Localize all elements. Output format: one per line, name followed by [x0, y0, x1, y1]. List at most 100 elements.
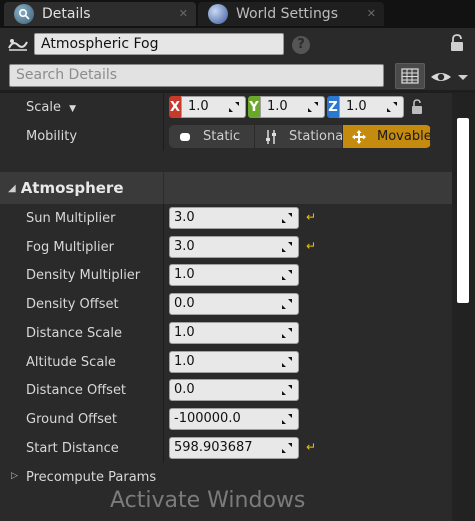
- property-value-input[interactable]: 598.903687: [169, 437, 299, 459]
- axis-z-label: Z: [327, 96, 339, 118]
- property-row: Distance Scale 1.0: [0, 319, 452, 348]
- column-splitter[interactable]: [163, 290, 164, 319]
- mobility-stationary-button[interactable]: Stationary: [255, 125, 343, 148]
- column-splitter[interactable]: [163, 319, 164, 348]
- drag-arrows-icon: [282, 328, 292, 338]
- property-value: 0.0: [174, 296, 195, 311]
- axis-y-label: Y: [248, 96, 260, 118]
- column-splitter[interactable]: [163, 172, 164, 204]
- property-value-input[interactable]: -100000.0: [169, 408, 299, 430]
- stationary-icon: [266, 129, 276, 144]
- property-label: Precompute Params: [26, 470, 157, 485]
- move-arrows-icon: [352, 129, 366, 144]
- close-icon[interactable]: ✕: [179, 7, 188, 20]
- column-splitter[interactable]: [163, 261, 164, 290]
- property-matrix-button[interactable]: [395, 63, 425, 89]
- column-splitter[interactable]: [163, 348, 164, 377]
- category-label: Atmosphere: [20, 179, 124, 197]
- scale-y-input[interactable]: 1.0: [260, 96, 325, 118]
- scale-z-input[interactable]: 1.0: [339, 96, 404, 118]
- property-row: Altitude Scale 1.0: [0, 348, 452, 377]
- property-value-input[interactable]: 1.0: [169, 264, 299, 286]
- lock-icon[interactable]: [410, 99, 424, 118]
- actor-name-input[interactable]: Atmospheric Fog: [34, 33, 284, 55]
- property-value: 0.0: [174, 382, 195, 397]
- column-splitter[interactable]: [163, 233, 164, 262]
- property-row: Ground Offset -100000.0: [0, 405, 452, 434]
- scale-x-input[interactable]: 1.0: [181, 96, 246, 118]
- axis-x-label: X: [169, 96, 181, 118]
- drag-arrows-icon: [282, 299, 292, 309]
- property-label[interactable]: Scale ▼: [26, 100, 76, 115]
- chevron-right-icon: ▷: [11, 471, 18, 481]
- column-splitter[interactable]: [163, 204, 164, 233]
- search-input[interactable]: Search Details: [9, 64, 384, 87]
- property-value-input[interactable]: 3.0: [169, 236, 299, 258]
- column-splitter[interactable]: [163, 376, 164, 405]
- reset-to-default-icon[interactable]: ↵: [306, 240, 318, 252]
- property-value: 598.903687: [174, 440, 253, 455]
- drag-arrows-icon: [229, 102, 239, 112]
- property-row-mobility: Mobility Static Stationary Movable: [0, 122, 452, 151]
- tab-bar: Details ✕ World Settings ✕: [0, 0, 475, 28]
- drag-arrows-icon: [282, 242, 292, 252]
- mobility-label: Stationary: [289, 129, 343, 144]
- property-label: Ground Offset: [26, 412, 118, 427]
- category-atmosphere[interactable]: ◢ Atmosphere: [0, 172, 452, 204]
- property-value-input[interactable]: 1.0: [169, 322, 299, 344]
- drag-arrows-icon: [282, 357, 292, 367]
- tab-details[interactable]: Details ✕: [4, 2, 196, 26]
- close-icon[interactable]: ✕: [367, 7, 376, 20]
- help-icon[interactable]: ?: [292, 36, 310, 54]
- property-label: Sun Multiplier: [26, 211, 116, 226]
- reset-to-default-icon[interactable]: ↵: [306, 211, 318, 223]
- windows-activation-watermark: Activate Windows: [110, 488, 306, 513]
- property-label: Fog Multiplier: [26, 240, 114, 255]
- mobility-label: Movable: [377, 129, 431, 144]
- property-value: 3.0: [174, 239, 195, 254]
- column-splitter[interactable]: [163, 122, 164, 151]
- mobility-static-button[interactable]: Static: [169, 125, 255, 148]
- column-splitter[interactable]: [163, 405, 164, 434]
- collapse-arrow-icon: ◢: [8, 182, 16, 194]
- magnifier-icon: [14, 4, 34, 24]
- reset-to-default-icon[interactable]: ↵: [306, 441, 318, 453]
- drag-arrows-icon: [282, 385, 292, 395]
- scale-y-value: 1.0: [267, 99, 288, 114]
- scale-z: Z 1.0: [327, 96, 404, 118]
- mobility-label: Static: [203, 129, 241, 144]
- drag-arrows-icon: [282, 443, 292, 453]
- property-value: -100000.0: [174, 411, 241, 426]
- scale-y: Y 1.0: [248, 96, 325, 118]
- property-label: Altitude Scale: [26, 355, 116, 370]
- search-row: Search Details: [0, 62, 475, 90]
- details-panel: Atmospheric Fog ? Search Details Scale ▼…: [0, 28, 475, 521]
- property-value-input[interactable]: 3.0: [169, 207, 299, 229]
- property-value-input[interactable]: 1.0: [169, 351, 299, 373]
- property-row: Density Offset 0.0: [0, 290, 452, 319]
- scale-x-value: 1.0: [188, 99, 209, 114]
- property-row: Fog Multiplier 3.0 ↵: [0, 233, 452, 262]
- property-value: 3.0: [174, 210, 195, 225]
- chevron-down-icon: ▼: [69, 104, 77, 114]
- column-splitter[interactable]: [163, 93, 164, 122]
- scale-x: X 1.0: [169, 96, 246, 118]
- property-label: Start Distance: [26, 441, 119, 456]
- scrollbar-thumb[interactable]: [457, 118, 469, 303]
- property-row: Sun Multiplier 3.0 ↵: [0, 204, 452, 233]
- drag-arrows-icon: [282, 213, 292, 223]
- property-label: Density Multiplier: [26, 268, 141, 283]
- column-splitter[interactable]: [163, 434, 164, 463]
- property-value-input[interactable]: 0.0: [169, 293, 299, 315]
- lock-icon[interactable]: [449, 34, 465, 52]
- property-label: Distance Offset: [26, 383, 127, 398]
- tab-label: World Settings: [236, 6, 338, 22]
- scale-z-value: 1.0: [346, 99, 367, 114]
- view-options-button[interactable]: [430, 67, 472, 87]
- property-value-input[interactable]: 0.0: [169, 379, 299, 401]
- eye-icon: [431, 73, 468, 81]
- globe-icon: [208, 4, 228, 24]
- mobility-movable-button[interactable]: Movable: [343, 125, 431, 148]
- actor-class-icon: [7, 36, 29, 52]
- tab-world-settings[interactable]: World Settings ✕: [198, 2, 384, 26]
